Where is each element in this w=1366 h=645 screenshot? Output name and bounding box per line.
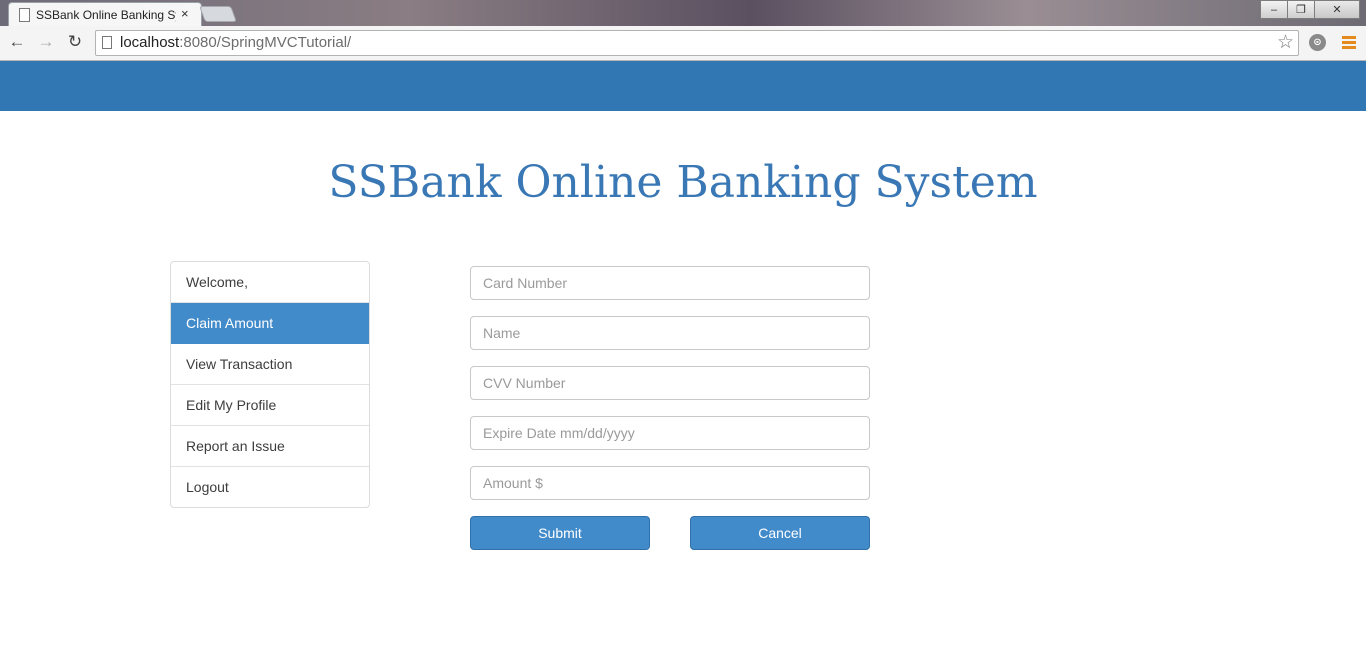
browser-toolbar: ← → ↻ localhost:8080/SpringMVCTutorial/ …	[0, 26, 1366, 61]
restore-button[interactable]: ❐	[1287, 0, 1315, 19]
address-bar[interactable]: localhost:8080/SpringMVCTutorial/ ☆	[95, 30, 1299, 56]
minimize-button[interactable]: –	[1260, 0, 1288, 19]
window-controls: – ❐ ✕	[1260, 0, 1360, 19]
extension-icon[interactable]: ⊙	[1309, 34, 1326, 51]
url-path: :8080/SpringMVCTutorial/	[179, 34, 352, 51]
form-buttons: Submit Cancel	[470, 516, 870, 550]
browser-titlebar: SSBank Online Banking Sy × – ❐ ✕	[0, 0, 1366, 27]
claim-form: Submit Cancel	[470, 266, 870, 550]
navbar	[0, 61, 1366, 111]
name-input[interactable]	[470, 316, 870, 350]
url-host: localhost	[120, 34, 180, 51]
page-title: SSBank Online Banking System	[328, 157, 1038, 208]
amount-input[interactable]	[470, 466, 870, 500]
url-text: localhost:8080/SpringMVCTutorial/	[120, 34, 351, 51]
sidebar-item-welcome[interactable]: Welcome,	[171, 262, 369, 303]
sidebar-item-view-transaction[interactable]: View Transaction	[171, 344, 369, 385]
card-number-input[interactable]	[470, 266, 870, 300]
new-tab-button[interactable]	[199, 6, 237, 22]
reload-button[interactable]: ↻	[64, 31, 86, 53]
bookmark-star-icon[interactable]: ☆	[1277, 31, 1294, 54]
expire-date-input[interactable]	[470, 416, 870, 450]
browser-tab[interactable]: SSBank Online Banking Sy ×	[8, 2, 202, 27]
tab-title: SSBank Online Banking Sy	[36, 8, 176, 22]
sidebar-item-edit-profile[interactable]: Edit My Profile	[171, 385, 369, 426]
page-icon	[102, 36, 112, 49]
cancel-button[interactable]: Cancel	[690, 516, 870, 550]
close-tab-icon[interactable]: ×	[181, 6, 189, 21]
sidebar-item-logout[interactable]: Logout	[171, 467, 369, 507]
sidebar-item-report-issue[interactable]: Report an Issue	[171, 426, 369, 467]
page-icon	[19, 8, 30, 22]
close-window-button[interactable]: ✕	[1314, 0, 1360, 19]
cvv-input[interactable]	[470, 366, 870, 400]
forward-button[interactable]: →	[35, 31, 57, 53]
sidebar-nav: Welcome, Claim Amount View Transaction E…	[170, 261, 370, 508]
back-button[interactable]: ←	[6, 31, 28, 53]
browser-menu-icon[interactable]	[1342, 36, 1356, 51]
submit-button[interactable]: Submit	[470, 516, 650, 550]
sidebar-item-claim-amount[interactable]: Claim Amount	[171, 303, 369, 344]
